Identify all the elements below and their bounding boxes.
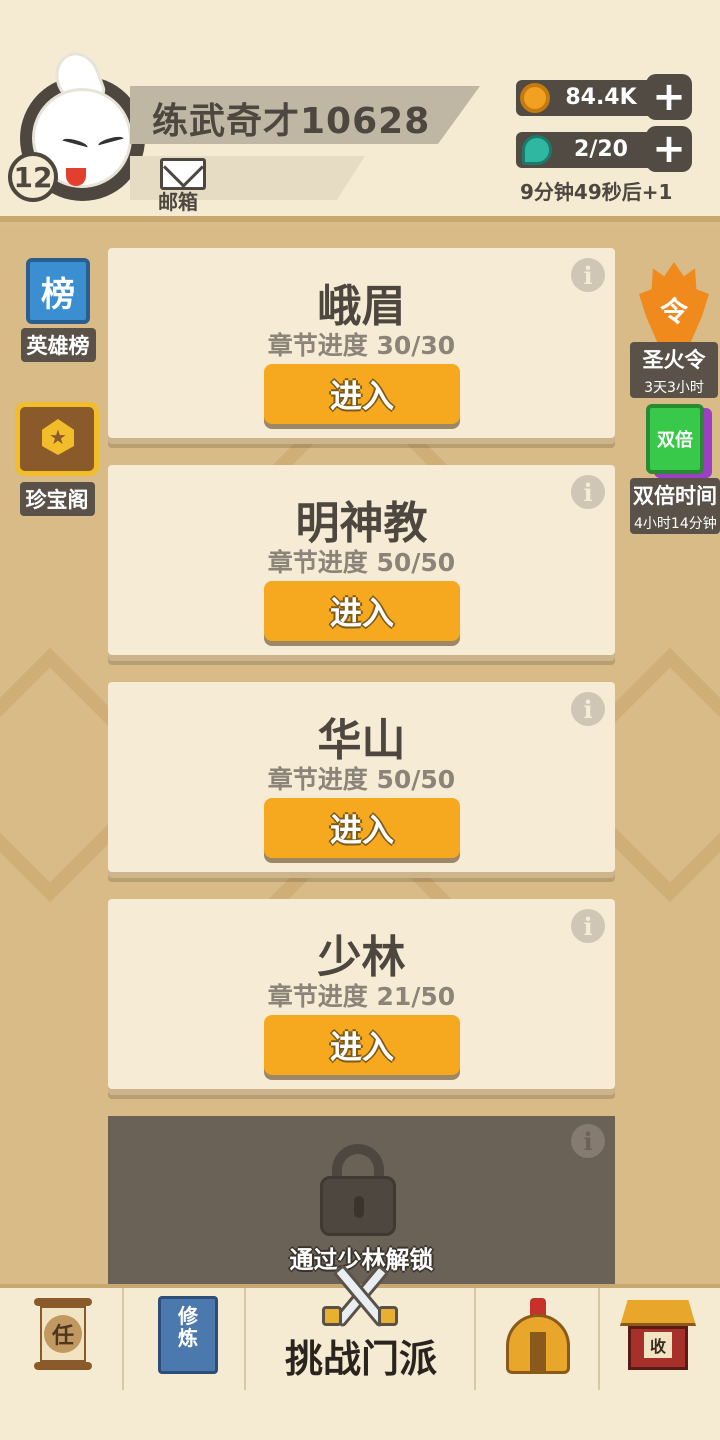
enter-button[interactable]: 进入 <box>264 581 460 641</box>
energy-timer: 9分钟49秒后+1 <box>520 180 673 204</box>
holy-fire-label: 圣火令 <box>630 342 718 376</box>
flame-icon: 令 <box>639 262 709 342</box>
leaderboard-button[interactable]: 榜 英雄榜 <box>16 258 100 362</box>
gem-icon <box>522 135 552 165</box>
double-card-icon: 双倍 <box>646 404 704 474</box>
energy-value: 2/20 <box>574 137 628 162</box>
double-time-button[interactable]: 双倍 双倍时间 4小时14分钟 <box>630 404 720 534</box>
nav-challenge-sect[interactable]: 挑战门派 <box>246 1263 476 1394</box>
info-icon[interactable]: i <box>571 1124 605 1158</box>
double-time-label: 双倍时间 <box>630 478 720 512</box>
nav-tasks[interactable]: 任 <box>0 1288 124 1394</box>
crossed-swords-icon <box>320 1260 400 1330</box>
add-coins-button[interactable]: + <box>646 74 692 120</box>
treasure-chest-icon: ★ <box>15 402 99 476</box>
sect-card-huashan: i 华山 章节进度 50/50 进入 <box>108 682 615 872</box>
locked-sect-card[interactable]: i 通过少林解锁 <box>108 1116 615 1284</box>
chapter-progress: 章节进度 30/30 <box>267 331 456 360</box>
sect-name: 峨眉 <box>317 281 406 332</box>
sect-name: 明神教 <box>295 498 428 549</box>
star-icon: ★ <box>42 419 74 455</box>
sect-name: 华山 <box>317 715 406 766</box>
scroll-icon: 任 <box>34 1298 92 1372</box>
task-icon-glyph: 任 <box>44 1315 82 1353</box>
bottom-nav: 任 修 炼 挑战门派 收 <box>0 1263 720 1394</box>
leaderboard-label: 英雄榜 <box>20 328 96 362</box>
chapter-progress: 章节进度 21/50 <box>267 982 456 1011</box>
book-icon-line2: 炼 <box>178 1326 198 1350</box>
bottom-safe-area <box>0 1390 720 1440</box>
nav-challenge-label: 挑战门派 <box>284 1337 437 1381</box>
collect-icon-glyph: 收 <box>644 1332 672 1358</box>
add-energy-button[interactable]: + <box>646 126 692 172</box>
enter-button[interactable]: 进入 <box>264 798 460 858</box>
enter-button[interactable]: 进入 <box>264 1015 460 1075</box>
sect-card-emei: i 峨眉 章节进度 30/30 进入 <box>108 248 615 438</box>
holy-fire-button[interactable]: 令 圣火令 3天3小时 <box>630 262 718 398</box>
chapter-progress: 章节进度 50/50 <box>267 765 456 794</box>
shop-house-icon: 收 <box>620 1300 696 1372</box>
nav-cultivate[interactable]: 修 炼 <box>124 1288 246 1394</box>
enter-button[interactable]: 进入 <box>264 364 460 424</box>
book-icon-line1: 修 <box>178 1304 198 1328</box>
nav-equipment[interactable] <box>476 1288 600 1394</box>
sect-card-mingjiao: i 明神教 章节进度 50/50 进入 <box>108 465 615 655</box>
player-name: 练武奇才10628 <box>152 101 431 142</box>
lock-keyhole <box>354 1196 364 1218</box>
level-badge: 12 <box>8 152 58 202</box>
nav-collect[interactable]: 收 <box>600 1288 720 1394</box>
coins-value: 84.4K <box>565 85 637 110</box>
treasure-label: 珍宝阁 <box>19 482 95 516</box>
coin-icon <box>520 83 550 113</box>
holy-fire-time: 3天3小时 <box>630 376 718 398</box>
treasure-button[interactable]: ★ 珍宝阁 <box>12 402 102 516</box>
helmet-icon <box>506 1298 570 1374</box>
mail-label[interactable]: 邮箱 <box>158 186 198 215</box>
chapter-progress: 章节进度 50/50 <box>267 548 456 577</box>
sect-name: 少林 <box>317 932 406 983</box>
leaderboard-icon: 榜 <box>26 258 90 324</box>
book-icon: 修 炼 <box>158 1296 218 1374</box>
double-time-remaining: 4小时14分钟 <box>630 512 720 534</box>
sect-card-shaolin: i 少林 章节进度 21/50 进入 <box>108 899 615 1089</box>
